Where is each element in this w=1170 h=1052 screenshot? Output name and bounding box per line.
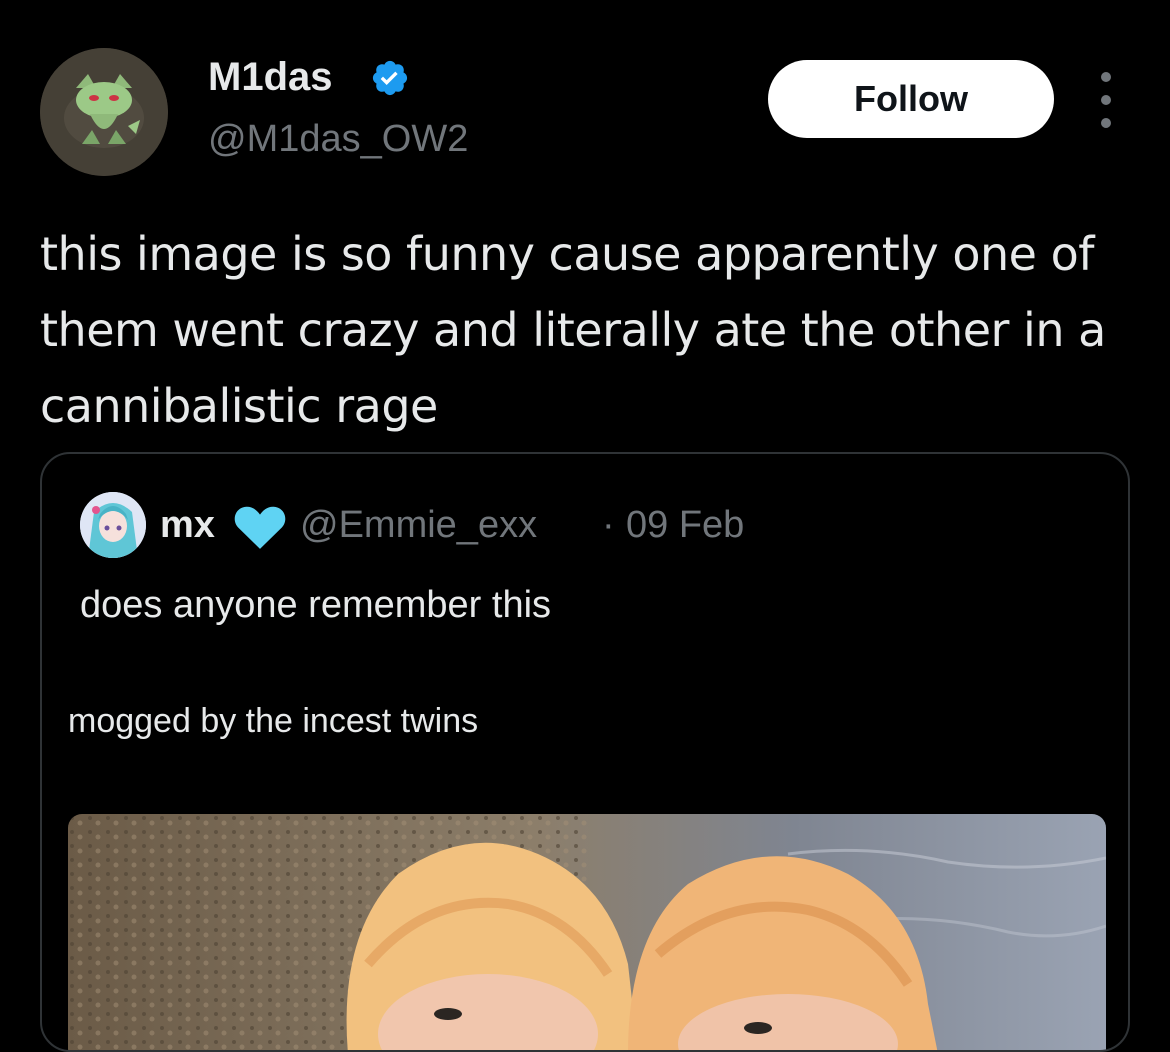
quoted-media-image[interactable] — [68, 814, 1106, 1050]
quoted-tweet-card[interactable]: mx @Emmie_exx · 09 Feb does anyone remem… — [40, 452, 1130, 1052]
quoted-tweet-date[interactable]: 09 Feb — [626, 502, 744, 548]
quoted-author-name[interactable]: mx — [160, 502, 215, 548]
author-avatar[interactable] — [40, 48, 168, 176]
author-handle[interactable]: @M1das_OW2 — [208, 116, 468, 162]
author-display-name[interactable]: M1das — [208, 54, 333, 100]
meme-caption: mogged by the incest twins — [68, 702, 479, 740]
follow-button[interactable]: Follow — [768, 60, 1054, 138]
light-blue-heart-icon — [234, 506, 286, 549]
tweet-text: this image is so funny cause apparently … — [40, 227, 1106, 433]
frog-cat-avatar-icon — [40, 48, 168, 176]
quoted-author-avatar[interactable] — [80, 492, 146, 558]
twins-photo — [68, 814, 1106, 1050]
anime-avatar-icon — [80, 492, 146, 558]
verified-badge-icon — [372, 60, 408, 96]
more-options-icon[interactable] — [1088, 72, 1124, 128]
quoted-author-handle[interactable]: @Emmie_exx — [300, 502, 537, 548]
quoted-tweet-text: does anyone remember this — [80, 584, 552, 626]
meta-separator: · — [602, 504, 615, 546]
